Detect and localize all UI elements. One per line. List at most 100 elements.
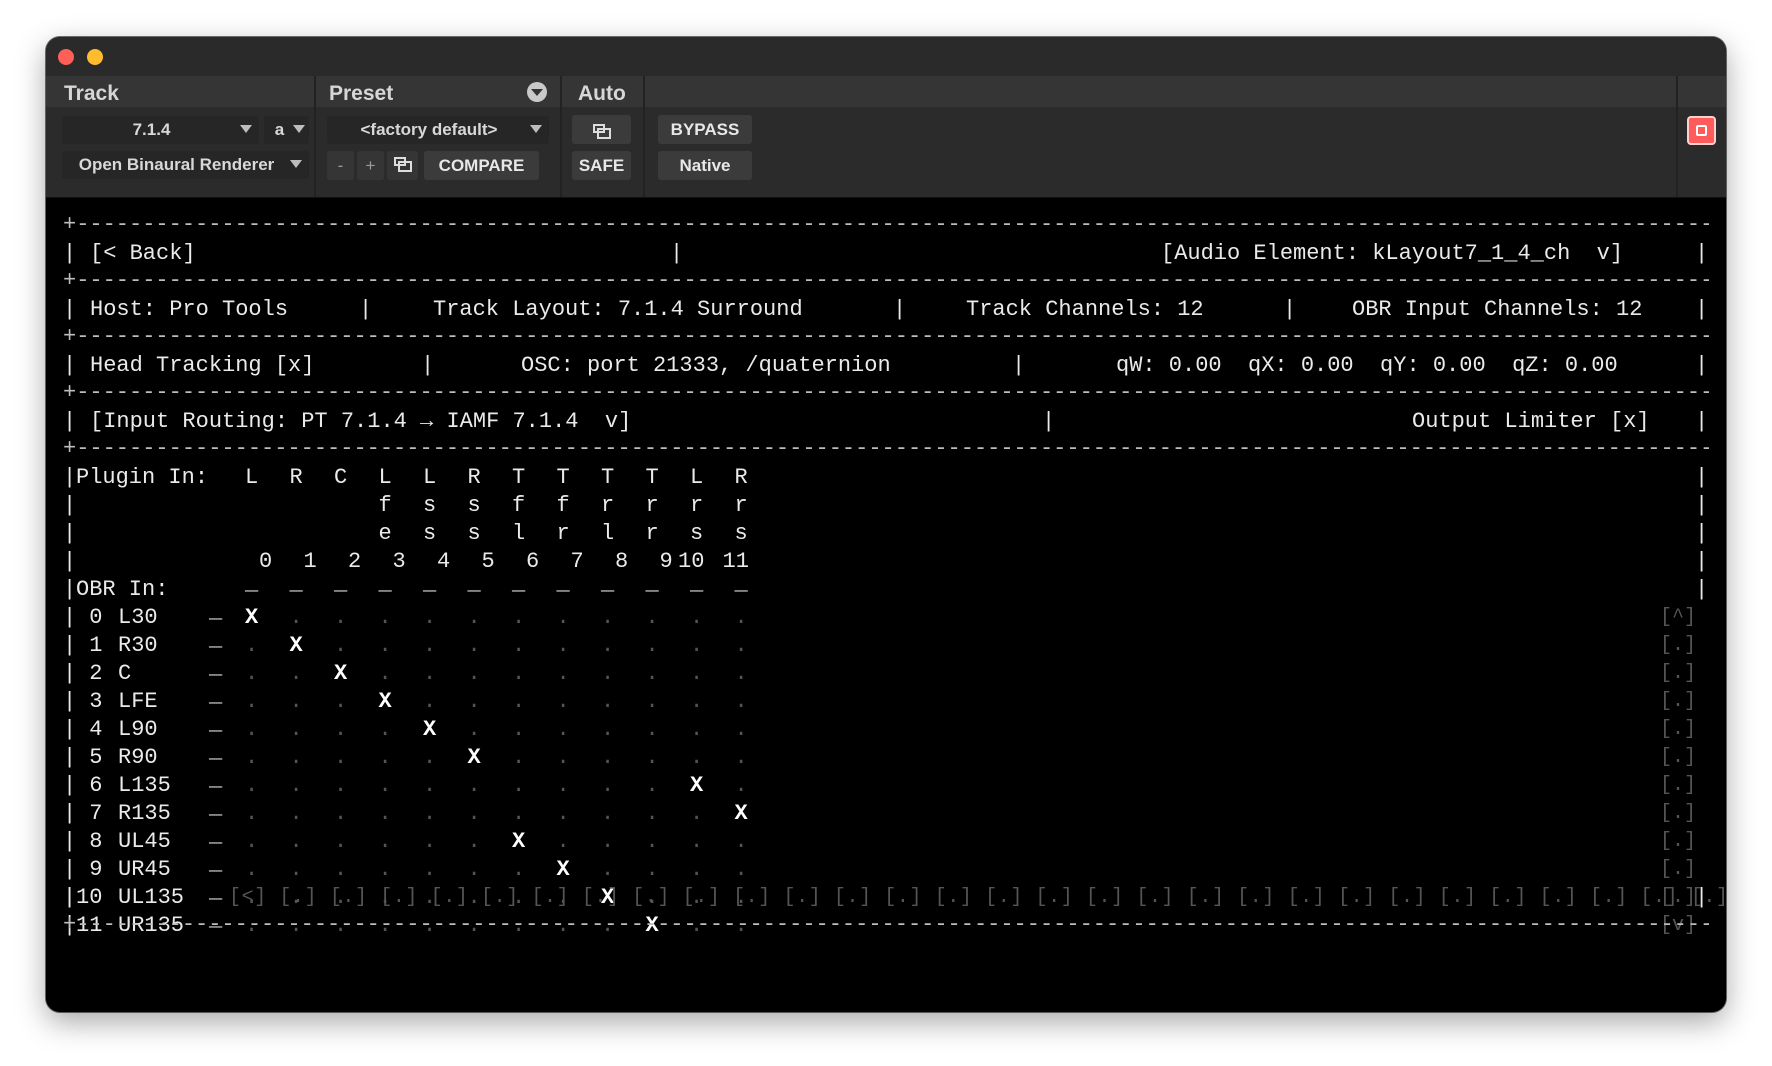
back-button[interactable]: [< Back] [90, 240, 196, 268]
routing-cell[interactable]: . [557, 828, 570, 856]
routing-cell[interactable]: . [601, 660, 614, 688]
row-select-toggle[interactable]: _ [209, 710, 222, 738]
column-select-toggle[interactable]: _ [512, 570, 525, 598]
column-select-toggle[interactable]: _ [290, 570, 303, 598]
row-select-toggle[interactable]: _ [209, 598, 222, 626]
column-select-toggle[interactable]: _ [646, 570, 659, 598]
routing-cell[interactable]: . [512, 716, 525, 744]
routing-cell[interactable]: . [735, 828, 748, 856]
routing-cell-active[interactable]: X [557, 856, 570, 884]
routing-cell[interactable]: . [690, 744, 703, 772]
vertical-scrollbar-segment[interactable]: [.] [1660, 856, 1696, 884]
routing-cell[interactable]: . [646, 604, 659, 632]
routing-cell[interactable]: . [468, 716, 481, 744]
row-select-toggle[interactable]: _ [209, 794, 222, 822]
routing-cell[interactable]: . [601, 744, 614, 772]
routing-cell[interactable]: . [735, 688, 748, 716]
routing-cell[interactable]: . [646, 688, 659, 716]
routing-cell[interactable]: . [646, 660, 659, 688]
routing-cell[interactable]: . [245, 856, 258, 884]
routing-cell[interactable]: . [557, 772, 570, 800]
routing-cell[interactable]: . [334, 632, 347, 660]
routing-cell[interactable]: . [557, 688, 570, 716]
routing-cell[interactable]: . [557, 660, 570, 688]
routing-cell[interactable]: . [690, 632, 703, 660]
routing-cell[interactable]: . [646, 744, 659, 772]
routing-cell[interactable]: . [690, 828, 703, 856]
routing-cell[interactable]: . [290, 744, 303, 772]
routing-cell[interactable]: . [379, 800, 392, 828]
column-select-toggle[interactable]: _ [735, 570, 748, 598]
routing-cell[interactable]: . [468, 800, 481, 828]
routing-cell[interactable]: . [379, 632, 392, 660]
column-select-toggle[interactable]: _ [557, 570, 570, 598]
routing-cell[interactable]: . [423, 828, 436, 856]
routing-cell[interactable]: . [601, 716, 614, 744]
routing-cell[interactable]: . [601, 632, 614, 660]
routing-cell[interactable]: . [512, 632, 525, 660]
routing-cell[interactable]: . [334, 800, 347, 828]
routing-cell[interactable]: . [646, 828, 659, 856]
routing-cell[interactable]: . [512, 688, 525, 716]
routing-cell[interactable]: . [334, 744, 347, 772]
plugin-power-icon[interactable] [1687, 116, 1716, 145]
routing-cell[interactable]: . [245, 800, 258, 828]
row-select-toggle[interactable]: _ [209, 822, 222, 850]
routing-cell[interactable]: . [423, 744, 436, 772]
routing-cell[interactable]: . [690, 856, 703, 884]
routing-cell-active[interactable]: X [290, 632, 303, 660]
routing-cell[interactable]: . [290, 828, 303, 856]
routing-cell[interactable]: . [245, 688, 258, 716]
column-select-toggle[interactable]: _ [334, 570, 347, 598]
routing-cell[interactable]: . [379, 716, 392, 744]
routing-cell[interactable]: . [512, 744, 525, 772]
routing-cell[interactable]: . [468, 660, 481, 688]
routing-cell[interactable]: . [290, 716, 303, 744]
routing-cell[interactable]: . [601, 772, 614, 800]
routing-cell[interactable]: . [379, 772, 392, 800]
routing-cell[interactable]: . [557, 800, 570, 828]
routing-cell[interactable]: . [557, 604, 570, 632]
row-select-toggle[interactable]: _ [209, 654, 222, 682]
row-select-toggle[interactable]: _ [209, 682, 222, 710]
routing-cell[interactable]: . [379, 744, 392, 772]
routing-cell[interactable]: . [690, 604, 703, 632]
row-select-toggle[interactable]: _ [209, 878, 222, 906]
routing-cell[interactable]: . [735, 632, 748, 660]
vertical-scrollbar-segment[interactable]: [.] [1660, 660, 1696, 688]
routing-cell[interactable]: . [290, 688, 303, 716]
routing-cell[interactable]: . [646, 856, 659, 884]
bypass-button[interactable]: BYPASS [658, 115, 752, 144]
preset-select[interactable]: <factory default> [327, 116, 549, 144]
minimize-window-icon[interactable] [87, 49, 103, 65]
routing-cell[interactable]: . [646, 632, 659, 660]
column-select-toggle[interactable]: _ [245, 570, 258, 598]
routing-cell[interactable]: . [423, 800, 436, 828]
output-limiter-toggle[interactable]: Output Limiter [x] [1412, 408, 1650, 436]
routing-cell[interactable]: . [690, 800, 703, 828]
routing-cell[interactable]: . [379, 604, 392, 632]
vertical-scrollbar-segment[interactable]: [.] [1660, 632, 1696, 660]
routing-cell[interactable]: . [512, 660, 525, 688]
column-select-toggle[interactable]: _ [379, 570, 392, 598]
column-select-toggle[interactable]: _ [468, 570, 481, 598]
routing-cell[interactable]: . [334, 604, 347, 632]
routing-cell-active[interactable]: X [245, 604, 258, 632]
routing-cell[interactable]: . [334, 828, 347, 856]
row-select-toggle[interactable]: _ [209, 850, 222, 878]
vertical-scrollbar-segment[interactable]: [^] [1660, 604, 1696, 632]
routing-cell-active[interactable]: X [690, 772, 703, 800]
head-tracking-toggle[interactable]: Head Tracking [x] [90, 352, 314, 380]
input-routing-select[interactable]: [Input Routing: PT 7.1.4 → IAMF 7.1.4 v] [90, 408, 631, 436]
routing-cell[interactable]: . [423, 688, 436, 716]
routing-cell[interactable]: . [735, 744, 748, 772]
vertical-scrollbar-segment[interactable]: [.] [1660, 716, 1696, 744]
routing-cell[interactable]: . [245, 660, 258, 688]
routing-cell[interactable]: . [646, 772, 659, 800]
routing-cell[interactable]: . [735, 856, 748, 884]
safe-button[interactable]: SAFE [572, 151, 631, 180]
routing-cell[interactable]: . [334, 688, 347, 716]
horizontal-scrollbar[interactable]: [<] [.] [.] [.] [.] [.] [.] [.] [.] [.] … [229, 884, 1726, 912]
routing-cell[interactable]: . [646, 800, 659, 828]
routing-cell-active[interactable]: X [468, 744, 481, 772]
